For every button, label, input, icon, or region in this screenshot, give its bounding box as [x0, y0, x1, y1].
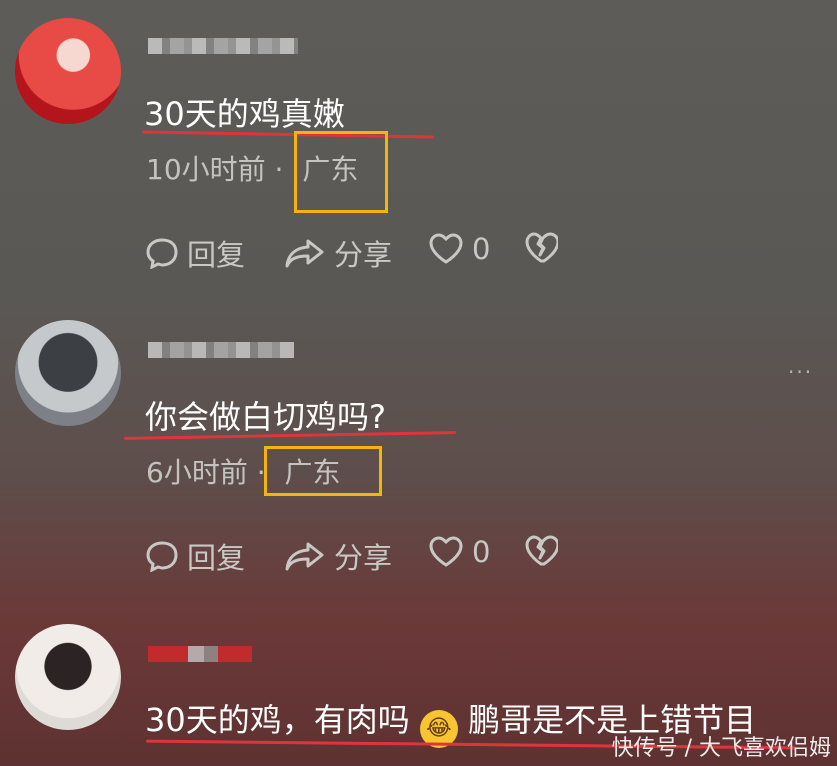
- blurred-username[interactable]: [148, 38, 298, 54]
- like-count: 0: [472, 232, 491, 266]
- heart-icon: [429, 536, 463, 567]
- like-count: 0: [472, 535, 491, 569]
- share-arrow-icon: [285, 542, 324, 571]
- heart-icon: [429, 233, 463, 264]
- more-options-icon[interactable]: ···: [788, 360, 813, 384]
- share-button[interactable]: 分享: [284, 232, 392, 274]
- timestamp: 10小时前: [146, 153, 266, 186]
- blurred-username[interactable]: [148, 646, 252, 662]
- comment-bubble-icon: [146, 541, 178, 572]
- comment-text: 30天的鸡真嫩: [144, 95, 345, 133]
- watermark: 快传号 / 大飞喜欢侣姆: [611, 736, 831, 761]
- reply-label: 回复: [187, 238, 246, 272]
- location-highlight-box: [294, 131, 388, 213]
- comment-text-part: 30天的鸡，有肉吗: [145, 701, 410, 739]
- reply-button[interactable]: 回复: [145, 535, 245, 577]
- like-button[interactable]: 0: [428, 535, 490, 569]
- share-button[interactable]: 分享: [284, 535, 392, 577]
- share-label: 分享: [334, 238, 393, 272]
- broken-heart-icon: [525, 535, 558, 566]
- share-label: 分享: [334, 541, 393, 575]
- blurred-username[interactable]: [148, 342, 294, 358]
- reply-label: 回复: [187, 541, 246, 575]
- comment-text: 你会做白切鸡吗?: [145, 398, 386, 436]
- timestamp: 6小时前: [146, 456, 248, 489]
- avatar[interactable]: [15, 624, 121, 730]
- avatar[interactable]: [15, 18, 121, 124]
- share-arrow-icon: [285, 239, 324, 268]
- dislike-button[interactable]: [524, 535, 566, 567]
- location-highlight-box: [264, 446, 382, 496]
- reply-button[interactable]: 回复: [145, 232, 245, 274]
- like-button[interactable]: 0: [428, 232, 490, 266]
- avatar[interactable]: [15, 320, 121, 426]
- dislike-button[interactable]: [524, 232, 566, 264]
- separator-dot: ·: [274, 153, 284, 186]
- broken-heart-icon: [525, 232, 558, 263]
- comment-bubble-icon: [146, 238, 178, 269]
